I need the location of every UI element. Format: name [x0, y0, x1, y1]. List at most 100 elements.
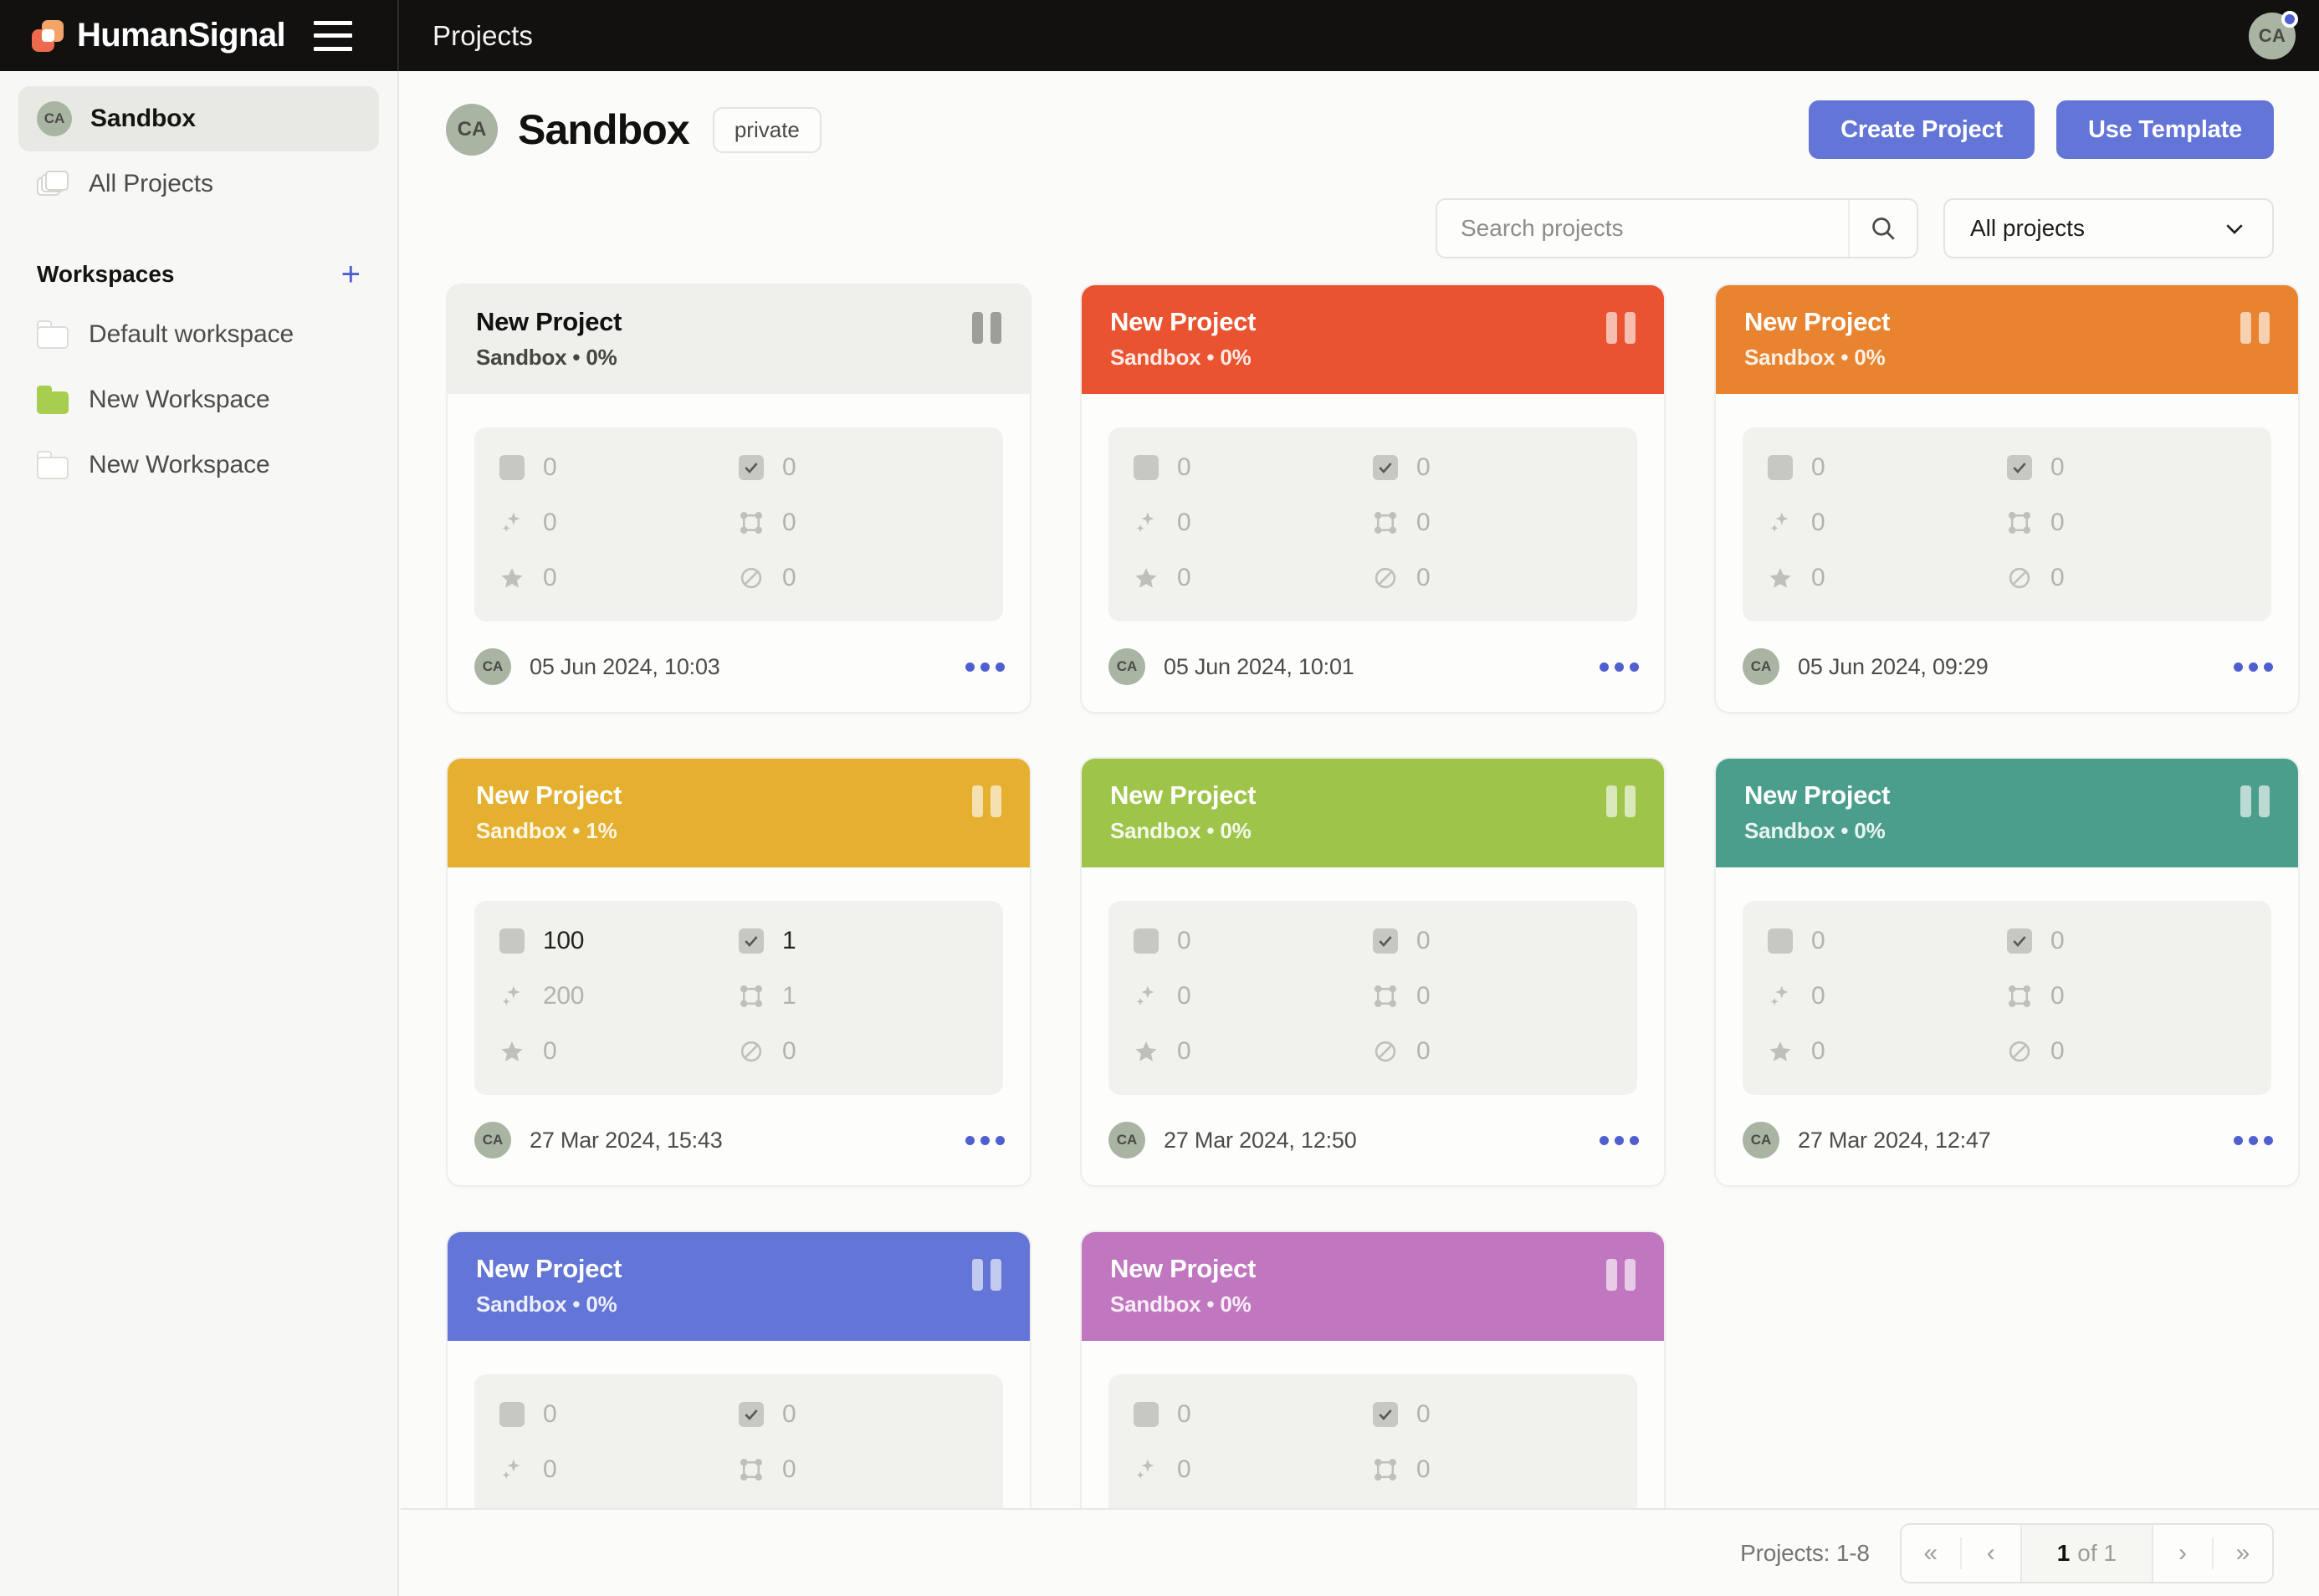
card-overflow-menu-button[interactable] — [1600, 662, 1639, 672]
stat-item: 0 — [1768, 504, 2007, 541]
hamburger-icon[interactable] — [314, 21, 352, 51]
card-overflow-menu-button[interactable] — [2234, 1136, 2273, 1145]
project-card[interactable]: New ProjectSandbox • 1%1001200100CA27 Ma… — [446, 757, 1032, 1187]
project-filter-value: All projects — [1970, 215, 2085, 242]
stat-value: 0 — [1177, 564, 1190, 592]
card-overflow-menu-button[interactable] — [965, 1136, 1005, 1145]
stat-item: 1 — [739, 978, 978, 1015]
app-logo[interactable]: HumanSignal — [32, 17, 285, 54]
card-header: New ProjectSandbox • 0% — [1082, 759, 1664, 867]
card-overflow-menu-button[interactable] — [1600, 1136, 1639, 1145]
stat-item: 0 — [499, 560, 739, 596]
total-tasks-icon — [1768, 928, 1793, 954]
stat-value: 0 — [782, 1400, 796, 1429]
pause-icon[interactable] — [972, 312, 1001, 344]
card-title: New Project — [1110, 307, 1636, 337]
total-tasks-icon — [499, 455, 525, 480]
user-avatar[interactable]: CA — [2249, 13, 2296, 59]
card-overflow-menu-button[interactable] — [965, 662, 1005, 672]
card-header: New ProjectSandbox • 0% — [1716, 285, 2298, 394]
pagination-control: « ‹ 1 of 1 › » — [1900, 1523, 2274, 1583]
folder-icon — [37, 320, 70, 349]
last-page-button[interactable]: » — [2214, 1525, 2272, 1582]
stat-item: 0 — [2007, 504, 2246, 541]
card-footer: CA27 Mar 2024, 12:50 — [1082, 1095, 1664, 1185]
stat-value: 0 — [1811, 509, 1825, 537]
page-breadcrumb-title: Projects — [433, 20, 533, 52]
pause-icon[interactable] — [972, 785, 1001, 817]
stat-value: 0 — [2050, 564, 2064, 592]
stat-value: 0 — [782, 1455, 796, 1484]
annotations-icon — [739, 984, 764, 1009]
card-date: 27 Mar 2024, 12:47 — [1798, 1128, 1991, 1154]
pause-icon[interactable] — [2240, 785, 2270, 817]
sidebar-item-sandbox[interactable]: CA Sandbox — [18, 86, 379, 151]
sidebar-item-workspace-1[interactable]: New Workspace — [18, 367, 379, 432]
stat-item: 0 — [499, 449, 739, 486]
project-filter-select[interactable]: All projects — [1943, 198, 2274, 258]
stat-item: 0 — [1373, 504, 1612, 541]
project-card[interactable]: New ProjectSandbox • 0%000000CA05 Jun 20… — [446, 284, 1032, 714]
next-page-button[interactable]: › — [2153, 1525, 2212, 1582]
stat-item: 0 — [2007, 978, 2246, 1015]
card-author-initials: CA — [483, 658, 504, 675]
pause-icon[interactable] — [1606, 785, 1636, 817]
card-subtitle: Sandbox • 0% — [1744, 818, 2270, 844]
card-title: New Project — [476, 1254, 1001, 1284]
card-overflow-menu-button[interactable] — [2234, 662, 2273, 672]
card-header: New ProjectSandbox • 0% — [1082, 1232, 1664, 1341]
pause-icon[interactable] — [2240, 312, 2270, 344]
total-tasks-icon — [1134, 928, 1159, 954]
card-subtitle: Sandbox • 0% — [1110, 1292, 1636, 1317]
card-title: New Project — [1744, 307, 2270, 337]
skipped-icon — [2007, 565, 2032, 591]
stat-value: 0 — [1811, 927, 1825, 955]
total-pages: of 1 — [2077, 1540, 2117, 1567]
completed-tasks-icon — [2007, 928, 2032, 954]
stat-item: 0 — [2007, 923, 2246, 959]
skipped-icon — [739, 1039, 764, 1064]
ground-truth-icon — [1768, 565, 1793, 591]
card-subtitle: Sandbox • 0% — [476, 345, 1001, 371]
stat-value: 1 — [782, 982, 796, 1010]
pause-icon[interactable] — [1606, 312, 1636, 344]
stat-item: 0 — [1134, 560, 1373, 596]
create-project-button[interactable]: Create Project — [1809, 100, 2035, 159]
stat-value: 0 — [782, 509, 796, 537]
use-template-button[interactable]: Use Template — [2056, 100, 2274, 159]
project-card[interactable]: New ProjectSandbox • 0%000000CA27 Mar 20… — [1080, 757, 1666, 1187]
sidebar-item-workspace-2[interactable]: New Workspace — [18, 432, 379, 498]
pause-icon[interactable] — [972, 1259, 1001, 1291]
pause-icon[interactable] — [1606, 1259, 1636, 1291]
stat-item: 0 — [1373, 1033, 1612, 1070]
card-author-avatar: CA — [1743, 648, 1779, 685]
sidebar-item-workspace-0[interactable]: Default workspace — [18, 302, 379, 367]
stat-value: 0 — [2050, 982, 2064, 1010]
project-card[interactable]: New ProjectSandbox • 0%000000CA05 Jun 20… — [1714, 284, 2300, 714]
search-button[interactable] — [1848, 200, 1917, 257]
project-card[interactable]: New ProjectSandbox • 0%000000CA05 Jun 20… — [1080, 284, 1666, 714]
total-tasks-icon — [499, 1402, 525, 1427]
annotations-icon — [1373, 984, 1398, 1009]
stat-item: 0 — [1768, 560, 2007, 596]
total-tasks-icon — [1134, 455, 1159, 480]
stat-value: 0 — [1811, 564, 1825, 592]
ground-truth-icon — [499, 1039, 525, 1064]
prev-page-button[interactable]: ‹ — [1962, 1525, 2020, 1582]
stat-value: 0 — [2050, 453, 2064, 482]
add-workspace-button[interactable]: + — [341, 258, 361, 291]
project-grid: New ProjectSandbox • 0%000000CA05 Jun 20… — [401, 269, 2319, 1570]
stat-value: 0 — [543, 1455, 556, 1484]
first-page-button[interactable]: « — [1902, 1525, 1960, 1582]
search-input[interactable] — [1437, 215, 1848, 242]
stat-item: 0 — [499, 1033, 739, 1070]
stat-value: 200 — [543, 982, 584, 1010]
current-page: 1 — [2057, 1540, 2071, 1567]
sidebar-item-all-projects[interactable]: All Projects — [18, 151, 379, 217]
card-author-initials: CA — [1751, 658, 1772, 675]
stat-item: 0 — [739, 560, 978, 596]
stat-item: 0 — [739, 449, 978, 486]
stat-value: 0 — [782, 453, 796, 482]
stat-item: 0 — [2007, 560, 2246, 596]
project-card[interactable]: New ProjectSandbox • 0%000000CA27 Mar 20… — [1714, 757, 2300, 1187]
